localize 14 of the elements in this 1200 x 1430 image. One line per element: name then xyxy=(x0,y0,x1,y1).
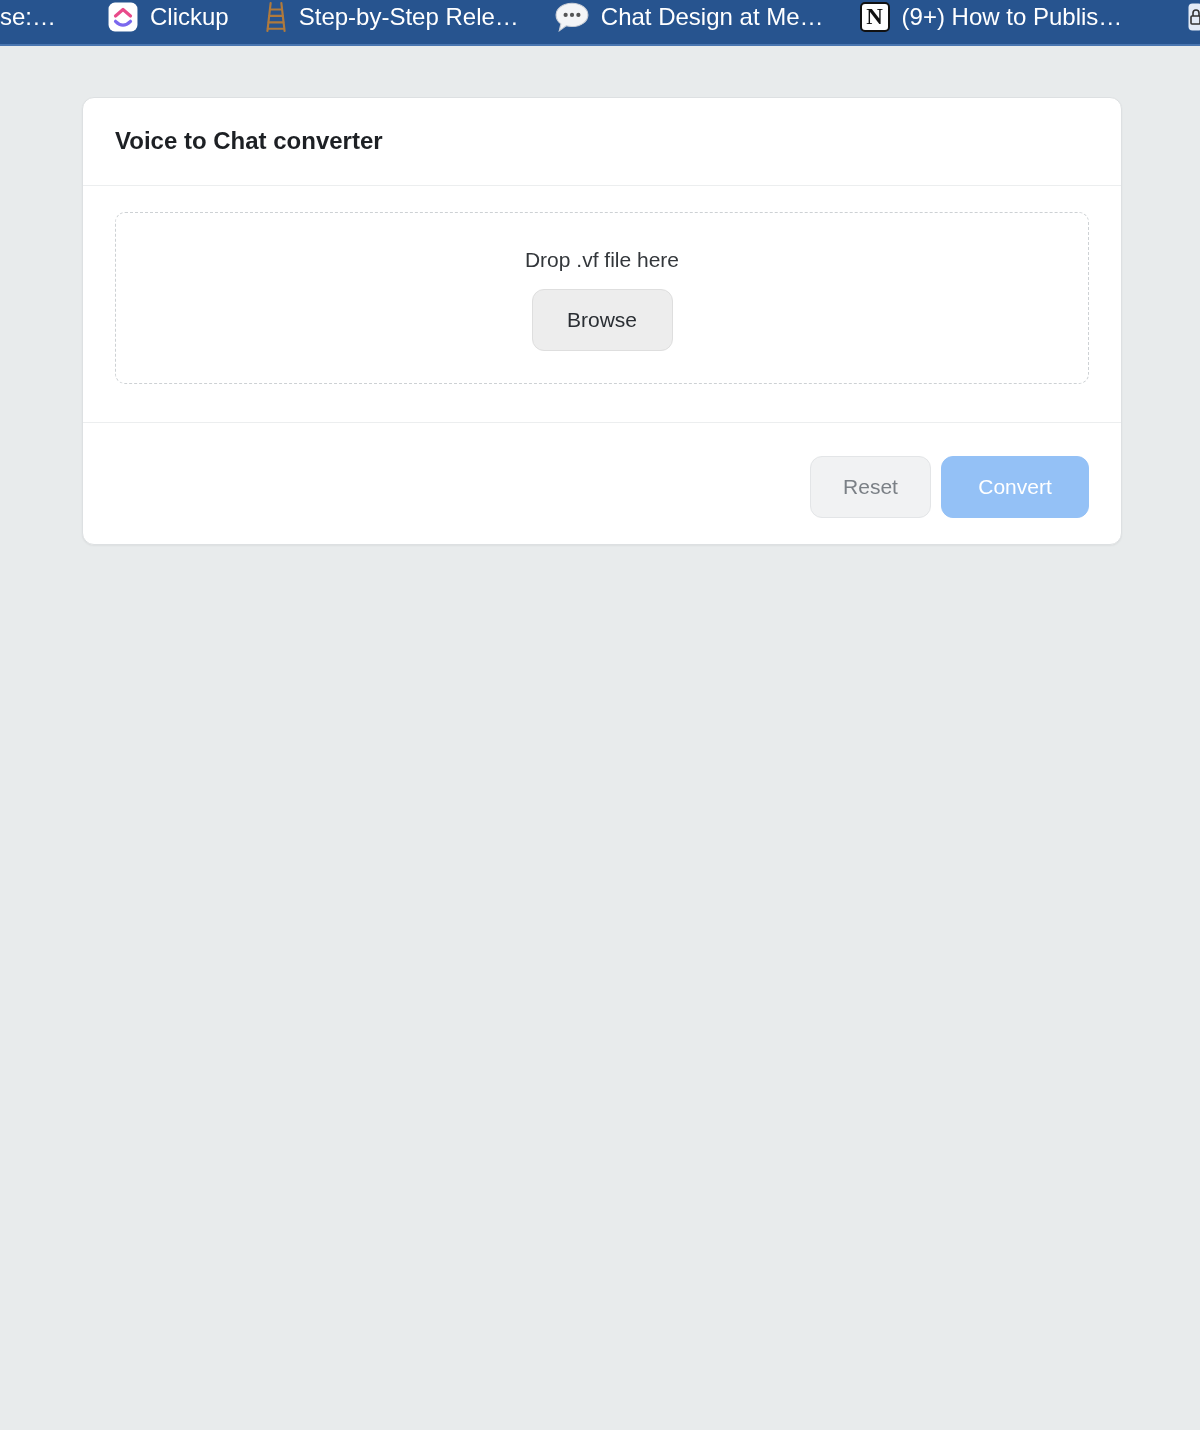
bookmark-link[interactable]: Step-by-Step Rele… xyxy=(264,2,519,32)
letter-tile-icon: N xyxy=(859,2,890,32)
ladder-icon xyxy=(264,2,287,32)
bookmark-link[interactable]: Chat Design at Me… xyxy=(554,2,824,32)
bookmark-link[interactable]: se:… xyxy=(0,2,56,32)
bookmark-link[interactable]: Clickup xyxy=(108,2,229,32)
file-drop-zone[interactable]: Drop .vf file here Browse xyxy=(115,212,1089,384)
speech-bubble-icon xyxy=(554,2,589,32)
card-title: Voice to Chat converter xyxy=(115,126,383,156)
browse-button[interactable]: Browse xyxy=(531,289,673,351)
app-tile-icon xyxy=(108,2,138,32)
lock-icon[interactable] xyxy=(1188,3,1200,31)
drop-prompt: Drop .vf file here xyxy=(524,247,680,273)
bookmark-link[interactable]: N (9+) How to Publis… xyxy=(859,2,1123,32)
